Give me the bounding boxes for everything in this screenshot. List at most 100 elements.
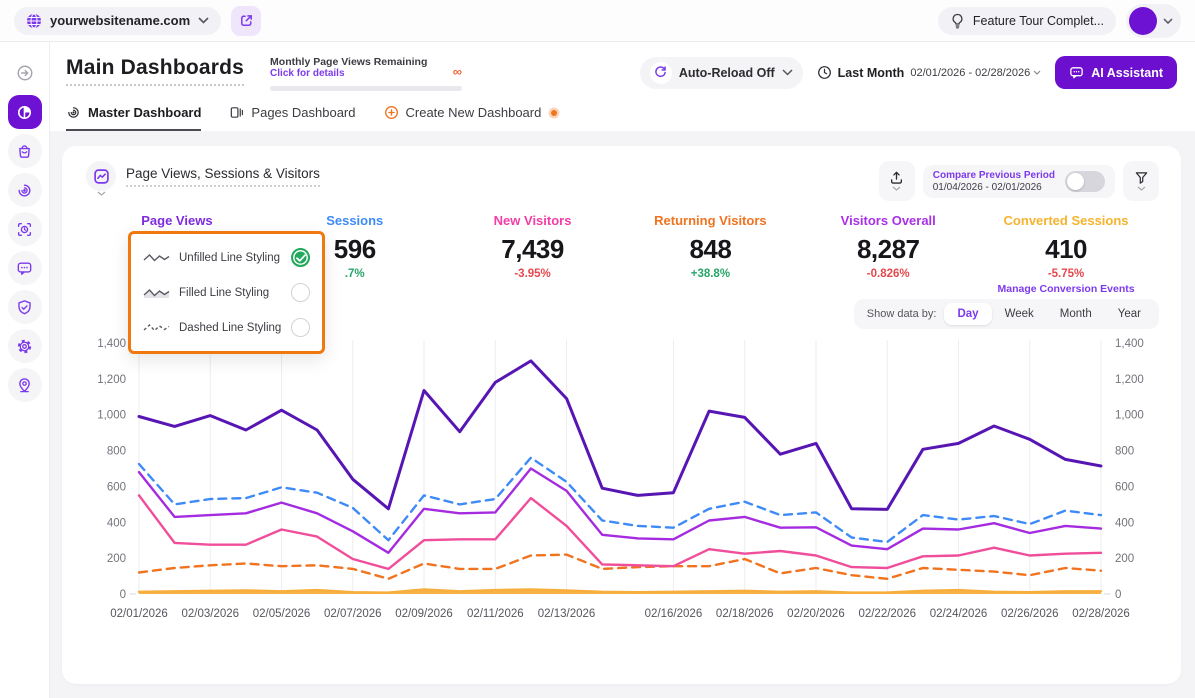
y-tick-label: 800 bbox=[107, 446, 126, 458]
filled-line-icon bbox=[143, 286, 170, 299]
ai-chat-icon bbox=[1069, 65, 1084, 80]
y-tick-label: 1,200 bbox=[1115, 374, 1144, 386]
chevron-down-icon bbox=[892, 186, 901, 191]
external-link-icon bbox=[239, 13, 254, 28]
show-by-day[interactable]: Day bbox=[944, 303, 991, 325]
y-tick-label: 1,200 bbox=[97, 374, 126, 386]
option-label: Dashed Line Styling bbox=[179, 322, 282, 334]
radio-selected[interactable] bbox=[291, 248, 310, 267]
sidebar-item-settings[interactable] bbox=[8, 329, 42, 363]
sidebar-item-sessions[interactable] bbox=[8, 173, 42, 207]
ai-assistant-button[interactable]: AI Assistant bbox=[1055, 56, 1177, 89]
spiral-icon bbox=[16, 182, 33, 199]
y-tick-label: 600 bbox=[107, 481, 126, 493]
sidebar-item-security[interactable] bbox=[8, 290, 42, 324]
pages-icon bbox=[229, 105, 244, 120]
y-tick-label: 1,000 bbox=[1115, 410, 1144, 422]
monthly-quota-progress-bar bbox=[270, 86, 462, 91]
tab-label: Pages Dashboard bbox=[251, 105, 355, 120]
tab-label: Master Dashboard bbox=[88, 105, 201, 120]
radio-unselected[interactable] bbox=[291, 283, 310, 302]
show-data-by: Show data by: DayWeekMonthYear bbox=[854, 299, 1159, 329]
show-by-week[interactable]: Week bbox=[992, 303, 1047, 325]
metric-label: New Visitors bbox=[444, 213, 622, 228]
lightbulb-icon bbox=[950, 13, 965, 29]
feature-tour-button[interactable]: Feature Tour Complet... bbox=[938, 7, 1116, 35]
metric-value: 7,439 bbox=[444, 234, 622, 265]
sidebar-item-chat[interactable] bbox=[8, 251, 42, 285]
y-tick-label: 0 bbox=[1115, 589, 1121, 601]
compare-toggle[interactable] bbox=[1065, 171, 1105, 192]
gear-icon bbox=[16, 338, 33, 355]
y-tick-label: 800 bbox=[1115, 446, 1134, 458]
widget-menu-chip[interactable] bbox=[84, 161, 118, 196]
monthly-quota-details-link[interactable]: Click for details bbox=[270, 68, 462, 79]
dashboard-content: Page Views, Sessions & Visitors Compare … bbox=[50, 131, 1195, 698]
sidebar-item-locations[interactable] bbox=[8, 368, 42, 402]
tab-pages-dashboard[interactable]: Pages Dashboard bbox=[229, 105, 355, 131]
feature-tour-label: Feature Tour Complet... bbox=[973, 14, 1104, 28]
site-name: yourwebsitename.com bbox=[50, 13, 190, 28]
metric-delta: -5.75% bbox=[977, 268, 1155, 280]
metric-visitors-overall[interactable]: Visitors Overall8,287-0.826% bbox=[799, 213, 977, 295]
metric-label: Page Views bbox=[88, 213, 266, 228]
x-tick-label: 02/20/2026 bbox=[787, 608, 845, 620]
dashed-line-icon bbox=[143, 321, 170, 334]
option-unfilled-line-styling[interactable]: Unfilled Line Styling bbox=[141, 240, 312, 275]
metric-delta: -3.95% bbox=[444, 268, 622, 280]
monthly-quota-block: Monthly Page Views Remaining Click for d… bbox=[270, 56, 462, 91]
collapse-icon bbox=[16, 64, 34, 82]
metric-delta: -0.826% bbox=[799, 268, 977, 280]
series-returning-visitors bbox=[139, 555, 1101, 579]
spiral-icon bbox=[66, 105, 81, 120]
metric-value: 848 bbox=[621, 234, 799, 265]
chevron-down-icon bbox=[1163, 18, 1173, 24]
site-selector[interactable]: yourwebsitename.com bbox=[14, 7, 221, 35]
y-tick-label: 600 bbox=[1115, 481, 1134, 493]
export-button[interactable] bbox=[879, 161, 915, 201]
manage-conversion-events-link[interactable]: Manage Conversion Events bbox=[977, 283, 1155, 295]
compare-previous-period: Compare Previous Period 01/04/2026 - 02/… bbox=[923, 165, 1115, 198]
show-by-year[interactable]: Year bbox=[1105, 303, 1154, 325]
globe-icon bbox=[26, 13, 42, 29]
metric-returning-visitors[interactable]: Returning Visitors848+38.8% bbox=[621, 213, 799, 295]
auto-reload-dropdown[interactable]: Auto-Reload Off bbox=[640, 57, 803, 89]
chart-card: Page Views, Sessions & Visitors Compare … bbox=[62, 146, 1181, 684]
sidebar-item-collapse[interactable] bbox=[8, 56, 42, 90]
tab-create-new-dashboard[interactable]: Create New Dashboard bbox=[384, 105, 561, 131]
date-range-picker: Last Month 02/01/2026 - 02/28/2026 bbox=[817, 65, 1042, 80]
sidebar-item-recordings[interactable] bbox=[8, 212, 42, 246]
option-label: Unfilled Line Styling bbox=[179, 252, 282, 264]
shield-check-icon bbox=[16, 299, 33, 316]
option-filled-line-styling[interactable]: Filled Line Styling bbox=[141, 275, 312, 310]
period-range[interactable]: 02/01/2026 - 02/28/2026 bbox=[910, 67, 1041, 79]
ai-assistant-label: AI Assistant bbox=[1091, 66, 1163, 80]
monthly-quota-label: Monthly Page Views Remaining bbox=[270, 56, 462, 68]
infinity-icon: ∞ bbox=[453, 64, 462, 79]
export-icon bbox=[889, 171, 904, 185]
x-tick-label: 02/18/2026 bbox=[716, 608, 774, 620]
tour-dot-icon bbox=[548, 107, 560, 119]
metric-converted-sessions[interactable]: Converted Sessions410-5.75%Manage Conver… bbox=[977, 213, 1155, 295]
y-tick-label: 1,000 bbox=[97, 410, 126, 422]
sidebar-item-store[interactable] bbox=[8, 134, 42, 168]
radio-unselected[interactable] bbox=[291, 318, 310, 337]
line-styling-popup: Unfilled Line Styling Filled Line Styling… bbox=[128, 231, 325, 354]
tab-master-dashboard[interactable]: Master Dashboard bbox=[66, 105, 201, 131]
sidebar bbox=[0, 42, 50, 698]
account-menu[interactable] bbox=[1126, 4, 1181, 38]
chat-bubble-icon bbox=[16, 260, 33, 277]
option-dashed-line-styling[interactable]: Dashed Line Styling bbox=[141, 310, 312, 345]
filter-button[interactable] bbox=[1123, 161, 1159, 201]
open-site-button[interactable] bbox=[231, 6, 261, 36]
option-label: Filled Line Styling bbox=[179, 287, 282, 299]
metric-new-visitors[interactable]: New Visitors 7,439 -3.95% bbox=[444, 213, 622, 295]
widget-title: Page Views, Sessions & Visitors bbox=[126, 166, 320, 187]
x-tick-label: 02/05/2026 bbox=[253, 608, 311, 620]
y-tick-label: 0 bbox=[120, 589, 126, 601]
show-by-month[interactable]: Month bbox=[1047, 303, 1105, 325]
x-tick-label: 02/13/2026 bbox=[538, 608, 596, 620]
chart-svg: 002002004004006006008008001,0001,0001,20… bbox=[84, 335, 1159, 623]
x-tick-label: 02/03/2026 bbox=[181, 608, 239, 620]
sidebar-item-dashboards[interactable] bbox=[8, 95, 42, 129]
